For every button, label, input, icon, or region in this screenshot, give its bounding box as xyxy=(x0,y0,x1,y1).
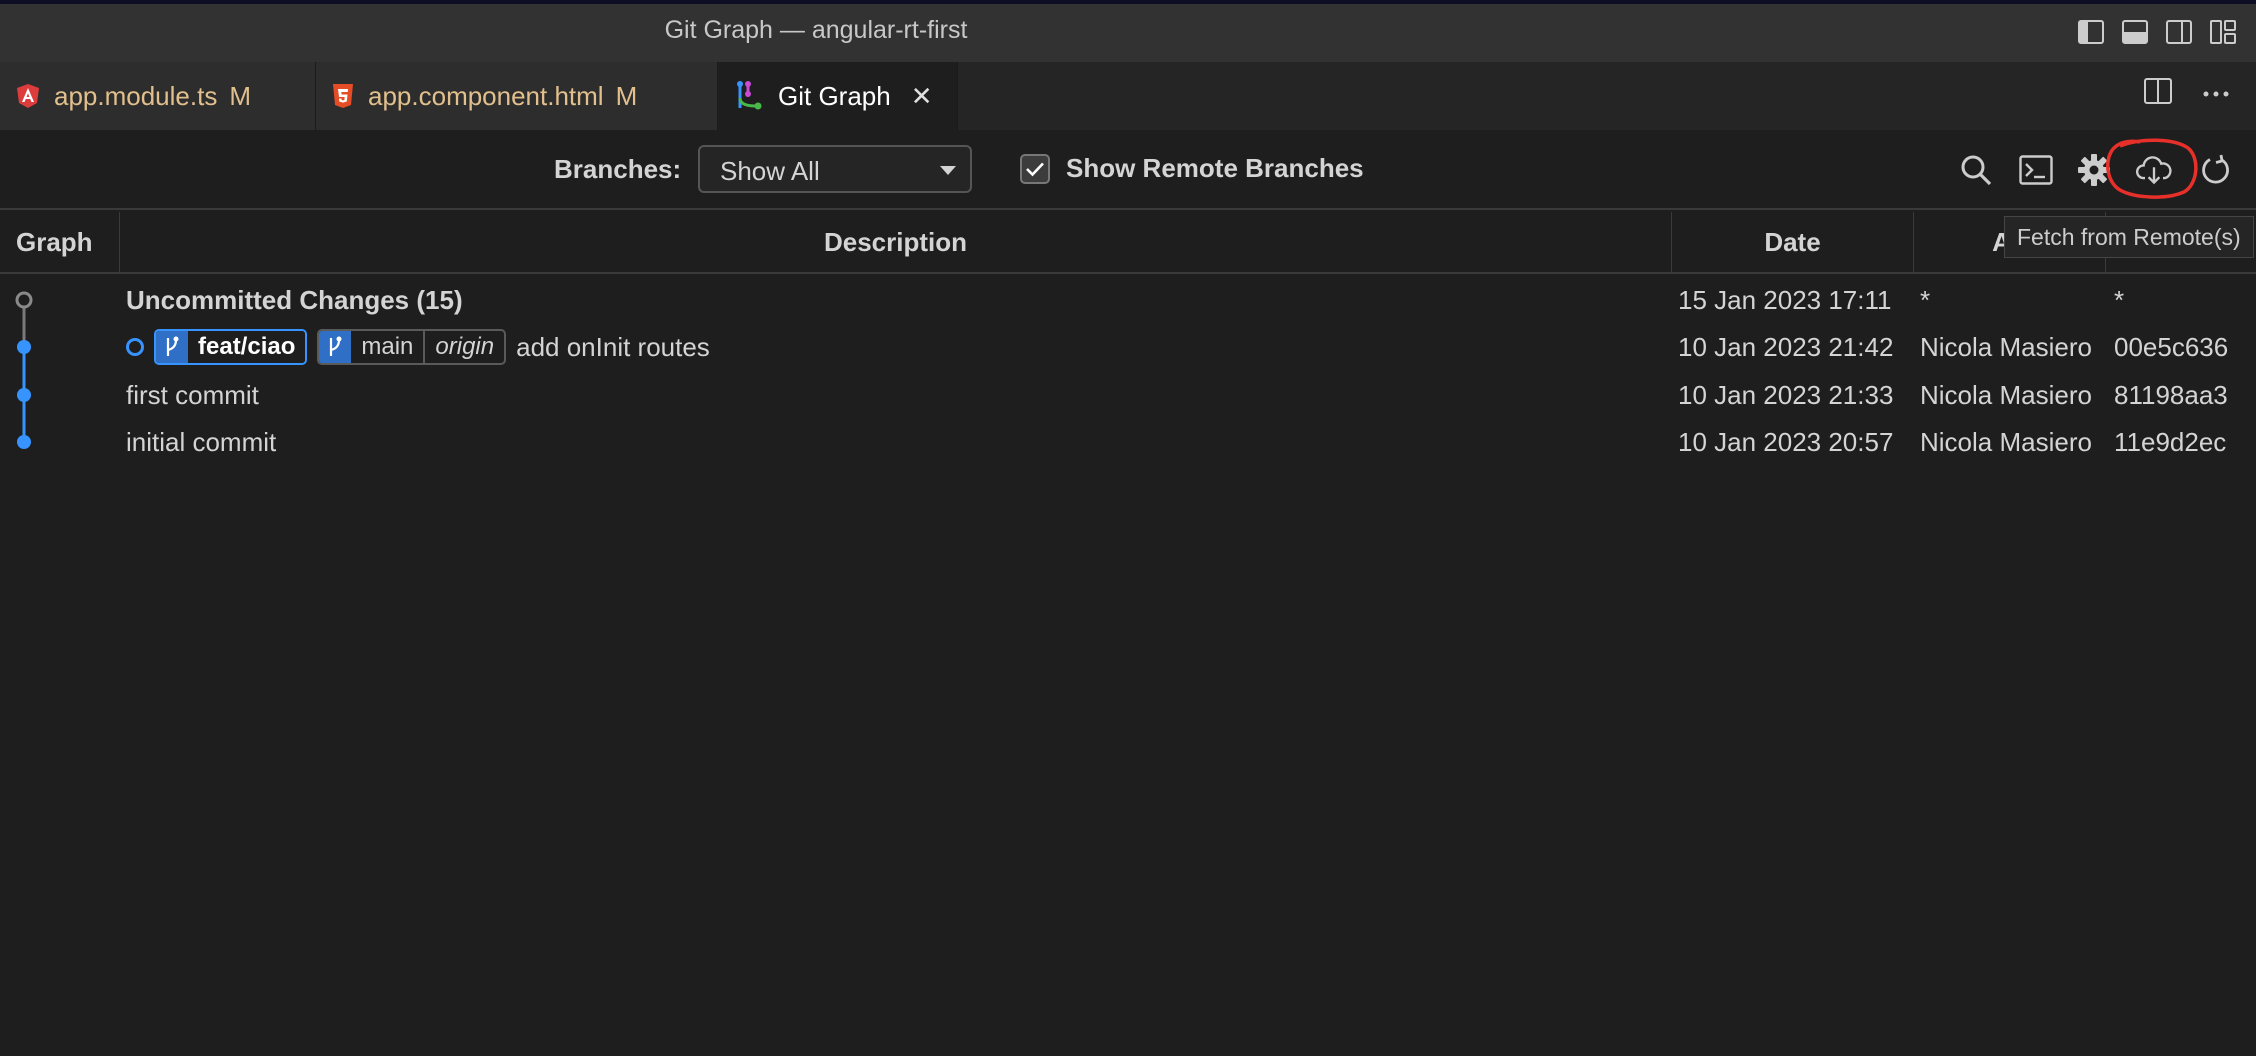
customize-layout-icon[interactable] xyxy=(2208,18,2238,46)
row-description: Uncommitted Changes (15) xyxy=(126,285,463,315)
head-indicator-icon xyxy=(126,338,144,356)
row-commit: 81198aa3 xyxy=(2114,380,2228,410)
row-commit: * xyxy=(2114,285,2125,315)
table-header: Graph Description Date Au xyxy=(0,212,2256,274)
tab-git-graph[interactable]: Git Graph ✕ xyxy=(718,62,958,130)
git-graph-controls: Branches: Show All Show Remote Branches xyxy=(0,130,2256,210)
branch-icon xyxy=(319,331,352,363)
row-author: Nicola Masiero xyxy=(1920,427,2092,457)
check-icon xyxy=(1026,162,1044,176)
git-graph-icon xyxy=(734,80,764,112)
close-icon[interactable]: ✕ xyxy=(911,81,933,112)
table-row[interactable]: first commit 10 Jan 2023 21:33 Nicola Ma… xyxy=(0,371,2256,419)
row-author: Nicola Masiero xyxy=(1920,380,2092,410)
branch-name: feat/ciao xyxy=(188,331,306,363)
show-remote-branches-checkbox[interactable] xyxy=(1020,153,1050,184)
column-header-graph[interactable]: Graph xyxy=(0,212,120,272)
column-header-date[interactable]: Date xyxy=(1672,212,1914,272)
toggle-primary-sidebar-icon[interactable] xyxy=(2076,18,2106,46)
table-row[interactable]: Uncommitted Changes (15) 15 Jan 2023 17:… xyxy=(0,276,2256,324)
toggle-panel-icon[interactable] xyxy=(2120,18,2150,46)
column-header-description[interactable]: Description xyxy=(120,212,1672,272)
branches-dropdown[interactable]: Show All xyxy=(698,145,972,193)
annotation-circle xyxy=(2106,138,2198,199)
show-remote-branches-label: Show Remote Branches xyxy=(1066,153,1364,183)
branches-value: Show All xyxy=(720,156,820,186)
row-commit: 00e5c636 xyxy=(2114,332,2229,362)
modified-badge: M xyxy=(229,80,251,111)
branch-name: main xyxy=(351,331,424,363)
editor-tab-bar: app.module.ts M app.component.html M Git… xyxy=(0,62,2256,130)
branch-tag-main[interactable]: main origin xyxy=(317,329,507,365)
row-author: Nicola Masiero xyxy=(1920,332,2092,362)
editor-actions xyxy=(2144,78,2230,109)
table-row[interactable]: feat/ciao main origin add onInit routes … xyxy=(0,323,2256,371)
row-commit: 11e9d2ec xyxy=(2114,427,2227,457)
more-actions-icon[interactable] xyxy=(2202,85,2230,103)
branches-label: Branches: xyxy=(554,154,682,184)
show-remote-branches-toggle[interactable]: Show Remote Branches xyxy=(1020,153,1364,184)
layout-controls xyxy=(2076,18,2238,46)
chevron-down-icon xyxy=(940,166,956,175)
tab-label: app.component.html xyxy=(368,80,604,111)
row-date: 10 Jan 2023 21:42 xyxy=(1678,332,1894,362)
row-description-container: feat/ciao main origin add onInit routes xyxy=(126,323,710,371)
angular-icon xyxy=(16,83,40,109)
tab-app-component[interactable]: app.component.html M xyxy=(316,62,718,130)
tab-label: app.module.ts xyxy=(54,80,218,111)
row-description: add onInit routes xyxy=(516,332,710,362)
html5-icon xyxy=(332,83,354,109)
split-editor-icon[interactable] xyxy=(2144,78,2172,109)
tab-label: Git Graph xyxy=(778,80,891,111)
row-description: first commit xyxy=(126,380,259,410)
table-row[interactable]: initial commit 10 Jan 2023 20:57 Nicola … xyxy=(0,418,2256,466)
row-date: 10 Jan 2023 21:33 xyxy=(1678,380,1894,410)
fetch-tooltip: Fetch from Remote(s) xyxy=(2004,216,2254,258)
branch-tag-feat-ciao[interactable]: feat/ciao xyxy=(154,329,308,365)
branch-icon xyxy=(156,331,188,363)
row-author: * xyxy=(1920,285,1931,315)
remote-name[interactable]: origin xyxy=(423,331,504,363)
row-date: 10 Jan 2023 20:57 xyxy=(1678,427,1894,457)
toggle-secondary-sidebar-icon[interactable] xyxy=(2164,18,2194,46)
terminal-icon[interactable] xyxy=(2018,152,2054,188)
row-date: 15 Jan 2023 17:11 xyxy=(1678,285,1892,315)
row-description: initial commit xyxy=(126,427,277,457)
tab-app-module[interactable]: app.module.ts M xyxy=(0,62,316,130)
modified-badge: M xyxy=(615,80,638,111)
window-title: Git Graph — angular-rt-first xyxy=(664,16,968,44)
title-bar: Git Graph — angular-rt-first xyxy=(0,0,2256,62)
search-icon[interactable] xyxy=(1958,152,1994,188)
